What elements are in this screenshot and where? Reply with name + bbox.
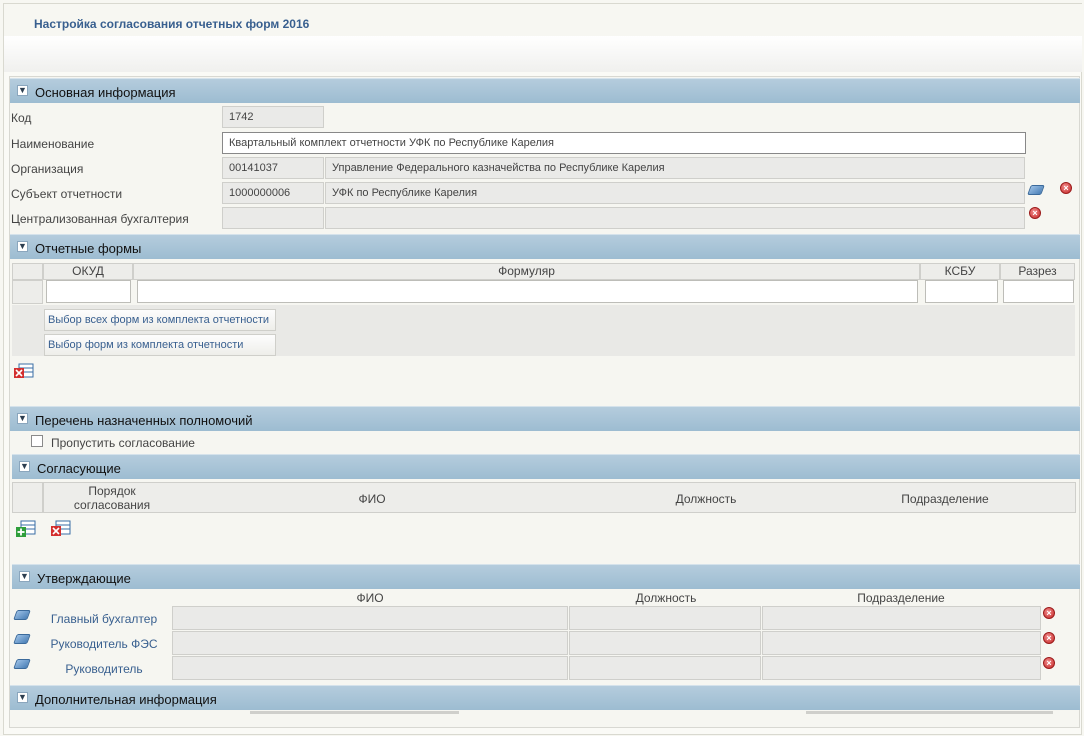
section-main-info-header[interactable]: ▼ Основная информация bbox=[10, 78, 1080, 103]
razrez-filter-input[interactable] bbox=[1003, 280, 1074, 303]
central-name-field[interactable] bbox=[325, 207, 1025, 229]
subject-label: Субъект отчетности bbox=[11, 187, 123, 201]
chief-accountant-fio-field[interactable] bbox=[172, 606, 568, 630]
chevron-down-icon[interactable]: ▼ bbox=[17, 413, 28, 424]
skip-approval-label: Пропустить согласование bbox=[51, 436, 195, 450]
chevron-down-icon[interactable]: ▼ bbox=[19, 571, 30, 582]
name-field[interactable]: Квартальный комплект отчетности УФК по Р… bbox=[222, 132, 1026, 154]
add-row-icon[interactable] bbox=[16, 520, 36, 538]
section-title: Основная информация bbox=[35, 85, 176, 100]
select-forms-button[interactable]: Выбор форм из комплекта отчетности bbox=[44, 334, 276, 356]
divider bbox=[806, 711, 1053, 714]
chevron-down-icon[interactable]: ▼ bbox=[17, 241, 28, 252]
section-approvers-header[interactable]: ▼ Согласующие bbox=[12, 454, 1080, 479]
column-fio: ФИО bbox=[356, 591, 384, 605]
grid-corner bbox=[12, 482, 43, 513]
fes-head-department-field[interactable] bbox=[762, 631, 1041, 655]
column-formular[interactable]: Формуляр bbox=[133, 263, 920, 280]
name-label: Наименование bbox=[11, 137, 95, 151]
org-label: Организация bbox=[11, 162, 84, 176]
chief-accountant-department-field[interactable] bbox=[762, 606, 1041, 630]
head-fio-field[interactable] bbox=[172, 656, 568, 680]
grid-corner bbox=[12, 263, 43, 280]
remove-icon[interactable]: × bbox=[1043, 607, 1055, 619]
remove-icon[interactable]: × bbox=[1060, 182, 1072, 194]
skip-approval-checkbox[interactable] bbox=[31, 435, 43, 447]
title-bar: Настройка согласования отчетных форм 201… bbox=[4, 4, 1082, 36]
toolbar bbox=[4, 36, 1082, 72]
column-order[interactable]: Порядок согласования bbox=[53, 484, 171, 512]
section-forms-header[interactable]: ▼ Отчетные формы bbox=[10, 234, 1080, 259]
okud-filter-input[interactable] bbox=[46, 280, 131, 303]
select-all-forms-button[interactable]: Выбор всех форм из комплекта отчетности bbox=[44, 309, 276, 331]
column-okud[interactable]: ОКУД bbox=[43, 263, 133, 280]
subject-name-field[interactable]: УФК по Республике Карелия bbox=[325, 182, 1025, 204]
head-department-field[interactable] bbox=[762, 656, 1041, 680]
column-fio[interactable]: ФИО bbox=[340, 492, 404, 506]
section-additional-header[interactable]: ▼ Дополнительная информация bbox=[10, 685, 1080, 710]
column-department[interactable]: Подразделение bbox=[880, 492, 1010, 506]
subject-code-field[interactable]: 1000000006 bbox=[222, 182, 324, 204]
divider bbox=[250, 711, 459, 714]
page-title: Настройка согласования отчетных форм 201… bbox=[34, 17, 310, 31]
section-title: Согласующие bbox=[37, 461, 121, 476]
column-position: Должность bbox=[635, 591, 697, 605]
central-label: Централизованная бухгалтерия bbox=[11, 212, 189, 226]
chevron-down-icon[interactable]: ▼ bbox=[17, 85, 28, 96]
delete-row-icon[interactable] bbox=[14, 363, 34, 379]
head-position-field[interactable] bbox=[569, 656, 761, 680]
org-code-field[interactable]: 00141037 bbox=[222, 157, 324, 179]
section-title: Утверждающие bbox=[37, 571, 131, 586]
code-field[interactable]: 1742 bbox=[222, 106, 324, 128]
confirmer-role-chief-accountant[interactable]: Главный бухгалтер bbox=[44, 612, 164, 626]
remove-icon[interactable]: × bbox=[1043, 632, 1055, 644]
formular-filter-input[interactable] bbox=[137, 280, 918, 303]
chief-accountant-position-field[interactable] bbox=[569, 606, 761, 630]
column-ksbu[interactable]: КСБУ bbox=[920, 263, 1000, 280]
section-powers-header[interactable]: ▼ Перечень назначенных полномочий bbox=[10, 406, 1080, 431]
remove-icon[interactable]: × bbox=[1029, 207, 1041, 219]
ksbu-filter-input[interactable] bbox=[925, 280, 998, 303]
code-label: Код bbox=[11, 111, 32, 125]
chevron-down-icon[interactable]: ▼ bbox=[17, 692, 28, 703]
confirmer-role-head[interactable]: Руководитель bbox=[44, 662, 164, 676]
section-title: Дополнительная информация bbox=[35, 692, 217, 707]
chevron-down-icon[interactable]: ▼ bbox=[19, 461, 30, 472]
fes-head-position-field[interactable] bbox=[569, 631, 761, 655]
column-department: Подразделение bbox=[857, 591, 945, 605]
org-name-field[interactable]: Управление Федерального казначейства по … bbox=[325, 157, 1025, 179]
section-title: Отчетные формы bbox=[35, 241, 142, 256]
confirmer-role-fes-head[interactable]: Руководитель ФЭС bbox=[44, 637, 164, 651]
column-position[interactable]: Должность bbox=[654, 492, 758, 506]
section-title: Перечень назначенных полномочий bbox=[35, 413, 253, 428]
remove-icon[interactable]: × bbox=[1043, 657, 1055, 669]
fes-head-fio-field[interactable] bbox=[172, 631, 568, 655]
row-selector bbox=[12, 280, 43, 304]
delete-row-icon[interactable] bbox=[51, 520, 71, 538]
column-razrez[interactable]: Разрез bbox=[1000, 263, 1075, 280]
central-code-field[interactable] bbox=[222, 207, 324, 229]
section-confirmers-header[interactable]: ▼ Утверждающие bbox=[12, 564, 1080, 589]
